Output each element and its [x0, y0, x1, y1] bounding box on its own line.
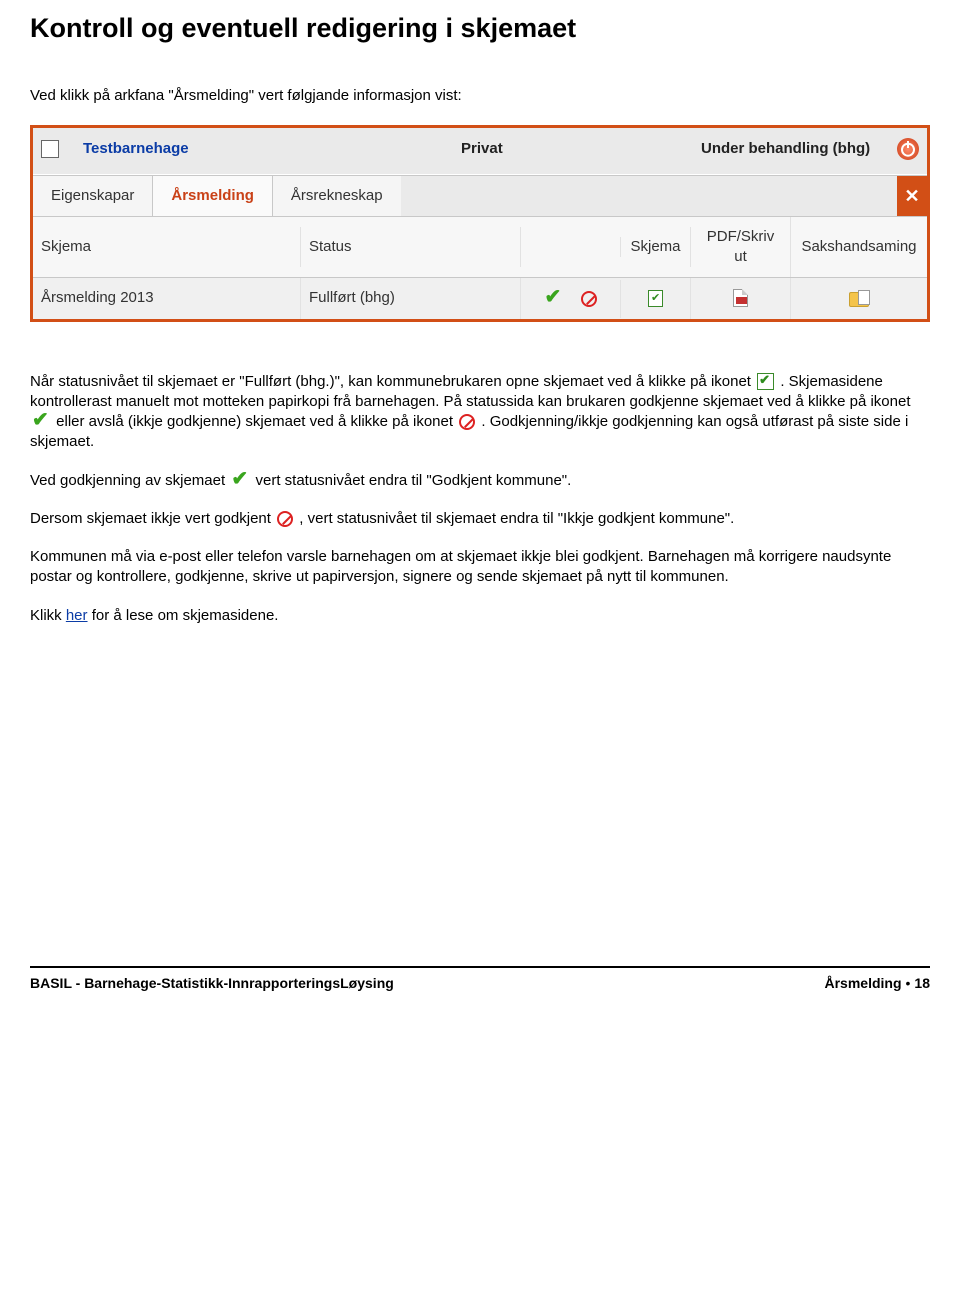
p1-c: eller avslå (ikkje godkjenne) skjemaet v… — [56, 413, 457, 430]
tab-eigenskapar[interactable]: Eigenskapar — [33, 175, 152, 216]
page-footer: BASIL - Barnehage-Statistikk-Innrapporte… — [30, 966, 930, 993]
col-status: Status — [301, 227, 521, 267]
barnehage-status: Under behandling (bhg) — [701, 139, 891, 159]
col-skjema: Skjema — [33, 227, 301, 267]
body-text: Når statusnivået til skjemaet er "Fullfø… — [30, 372, 930, 626]
barnehage-type: Privat — [461, 139, 701, 159]
app-screenshot: Testbarnehage Privat Under behandling (b… — [30, 125, 930, 322]
p2-a: Ved godkjenning av skjemaet — [30, 472, 229, 489]
intro-text: Ved klikk på arkfana "Årsmelding" vert f… — [30, 86, 930, 106]
footer-right: Årsmelding•18 — [825, 974, 931, 993]
power-icon[interactable] — [897, 138, 919, 160]
reject-icon[interactable] — [581, 291, 597, 307]
p4: Kommunen må via e-post eller telefon var… — [30, 547, 930, 588]
approve-icon[interactable] — [545, 290, 563, 308]
p1-a: Når statusnivået til skjemaet er "Fullfø… — [30, 373, 755, 390]
tab-arsmelding[interactable]: Årsmelding — [152, 175, 272, 216]
approve-icon — [32, 413, 50, 431]
reject-icon — [277, 511, 293, 527]
tab-arsrekneskap[interactable]: Årsrekneskap — [272, 175, 401, 216]
col-saks: Sakshandsaming — [791, 227, 927, 267]
open-icon — [757, 373, 774, 390]
p5-b: for å lese om skjemasidene. — [88, 607, 279, 624]
p3-b: , vert statusnivået til skjemaet endra t… — [299, 510, 734, 527]
her-link[interactable]: her — [66, 607, 88, 624]
cell-status: Fullført (bhg) — [301, 278, 521, 318]
select-checkbox[interactable] — [41, 140, 59, 158]
col-pdf: PDF/Skriv ut — [691, 217, 791, 278]
col-skjema2: Skjema — [621, 227, 691, 267]
columns-header: Skjema Status Skjema PDF/Skriv ut Saksha… — [33, 216, 927, 278]
table-row: Årsmelding 2013 Fullført (bhg) — [33, 277, 927, 318]
footer-left: BASIL - Barnehage-Statistikk-Innrapporte… — [30, 974, 394, 993]
app-header-row: Testbarnehage Privat Under behandling (b… — [33, 128, 927, 174]
barnehage-name[interactable]: Testbarnehage — [83, 139, 461, 159]
close-icon[interactable]: ✕ — [897, 175, 927, 216]
folder-icon[interactable] — [849, 292, 869, 307]
page-heading: Kontroll og eventuell redigering i skjem… — [30, 10, 930, 46]
cell-skjema: Årsmelding 2013 — [33, 278, 301, 318]
document-icon[interactable] — [648, 290, 663, 307]
p2-b: vert statusnivået endra til "Godkjent ko… — [255, 472, 571, 489]
reject-icon — [459, 414, 475, 430]
tabs-row: Eigenskapar Årsmelding Årsrekneskap ✕ — [33, 174, 927, 216]
approve-icon — [231, 472, 249, 490]
p3-a: Dersom skjemaet ikkje vert godkjent — [30, 510, 275, 527]
p5-a: Klikk — [30, 607, 66, 624]
pdf-icon[interactable] — [733, 289, 748, 307]
